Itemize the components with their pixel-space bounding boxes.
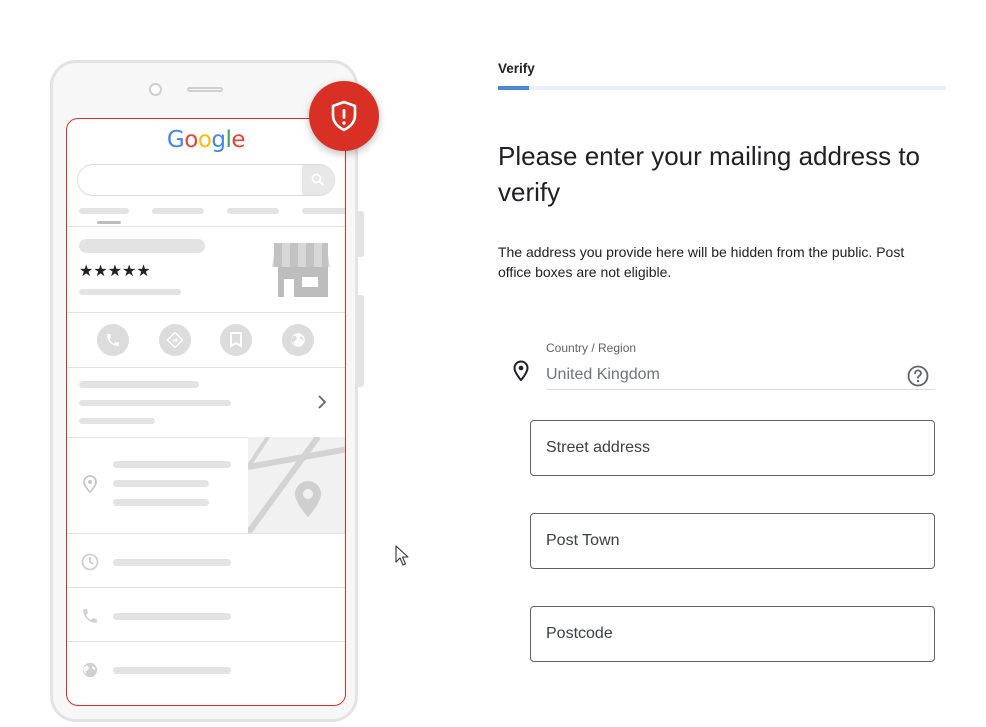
placeholder-bar	[113, 480, 209, 487]
location-pin-icon	[511, 360, 531, 387]
globe-icon	[282, 324, 314, 356]
logo-letter: e	[231, 127, 246, 153]
postcode-input[interactable]: Postcode	[530, 606, 935, 662]
divider	[67, 367, 345, 368]
chevron-right-icon	[318, 395, 327, 409]
phone-side-button	[358, 211, 364, 257]
logo-letter: g	[211, 127, 226, 153]
street-address-input[interactable]: Street address	[530, 420, 935, 476]
mouse-cursor-icon	[395, 545, 409, 572]
description-text: The address you provide here will be hid…	[498, 244, 905, 280]
active-tab-indicator	[97, 221, 121, 224]
phone-speaker	[187, 87, 223, 92]
placeholder-bar	[113, 667, 231, 674]
placeholder-bar	[113, 613, 231, 620]
location-icon	[79, 473, 101, 495]
phone-icon	[97, 324, 129, 356]
phone-screen: Google ★★★★★	[66, 118, 346, 706]
google-logo: Google	[67, 127, 345, 153]
logo-letter: G	[166, 127, 185, 153]
phone-camera	[149, 83, 162, 96]
placeholder-bar	[302, 208, 345, 214]
placeholder-bar	[79, 381, 199, 388]
bookmark-icon	[220, 324, 252, 356]
mock-search-bar	[77, 164, 335, 196]
help-icon[interactable]	[907, 365, 929, 392]
logo-letter: o	[197, 127, 212, 153]
divider	[67, 533, 345, 534]
logo-letter: o	[184, 127, 198, 153]
postcode-placeholder: Postcode	[546, 625, 613, 642]
progress-bar	[498, 86, 946, 90]
placeholder-bar	[113, 559, 231, 566]
placeholder-bar	[79, 239, 205, 253]
post-town-placeholder: Post Town	[546, 532, 620, 549]
rating-stars: ★★★★★	[79, 263, 151, 280]
country-underline	[546, 389, 935, 390]
phone-illustration: Google ★★★★★	[50, 60, 364, 722]
placeholder-bar	[79, 208, 129, 214]
placeholder-bar	[79, 418, 155, 424]
search-icon	[302, 165, 334, 195]
divider	[67, 312, 345, 313]
post-town-input[interactable]: Post Town	[530, 513, 935, 569]
progress-fill	[498, 86, 530, 90]
website-icon	[79, 659, 101, 681]
placeholder-bar	[227, 208, 279, 214]
shield-alert-icon	[309, 81, 379, 151]
directions-icon	[159, 324, 191, 356]
divider	[67, 226, 345, 227]
divider	[67, 641, 345, 642]
clock-icon	[79, 551, 101, 573]
divider	[67, 587, 345, 588]
phone-row-icon	[79, 605, 101, 627]
placeholder-bar	[79, 400, 231, 406]
storefront-icon	[272, 243, 330, 297]
page-title: Please enter your mailing address to ver…	[498, 141, 921, 207]
placeholder-bar	[152, 208, 204, 214]
step-label: Verify	[498, 61, 535, 76]
country-label: Country / Region	[546, 341, 637, 355]
placeholder-bar	[79, 289, 181, 295]
phone-side-button	[358, 295, 364, 387]
placeholder-bar	[113, 499, 209, 506]
map-thumbnail	[248, 437, 345, 533]
street-address-placeholder: Street address	[546, 439, 651, 456]
placeholder-bar	[113, 461, 231, 468]
country-select[interactable]: United Kingdom	[546, 366, 660, 384]
